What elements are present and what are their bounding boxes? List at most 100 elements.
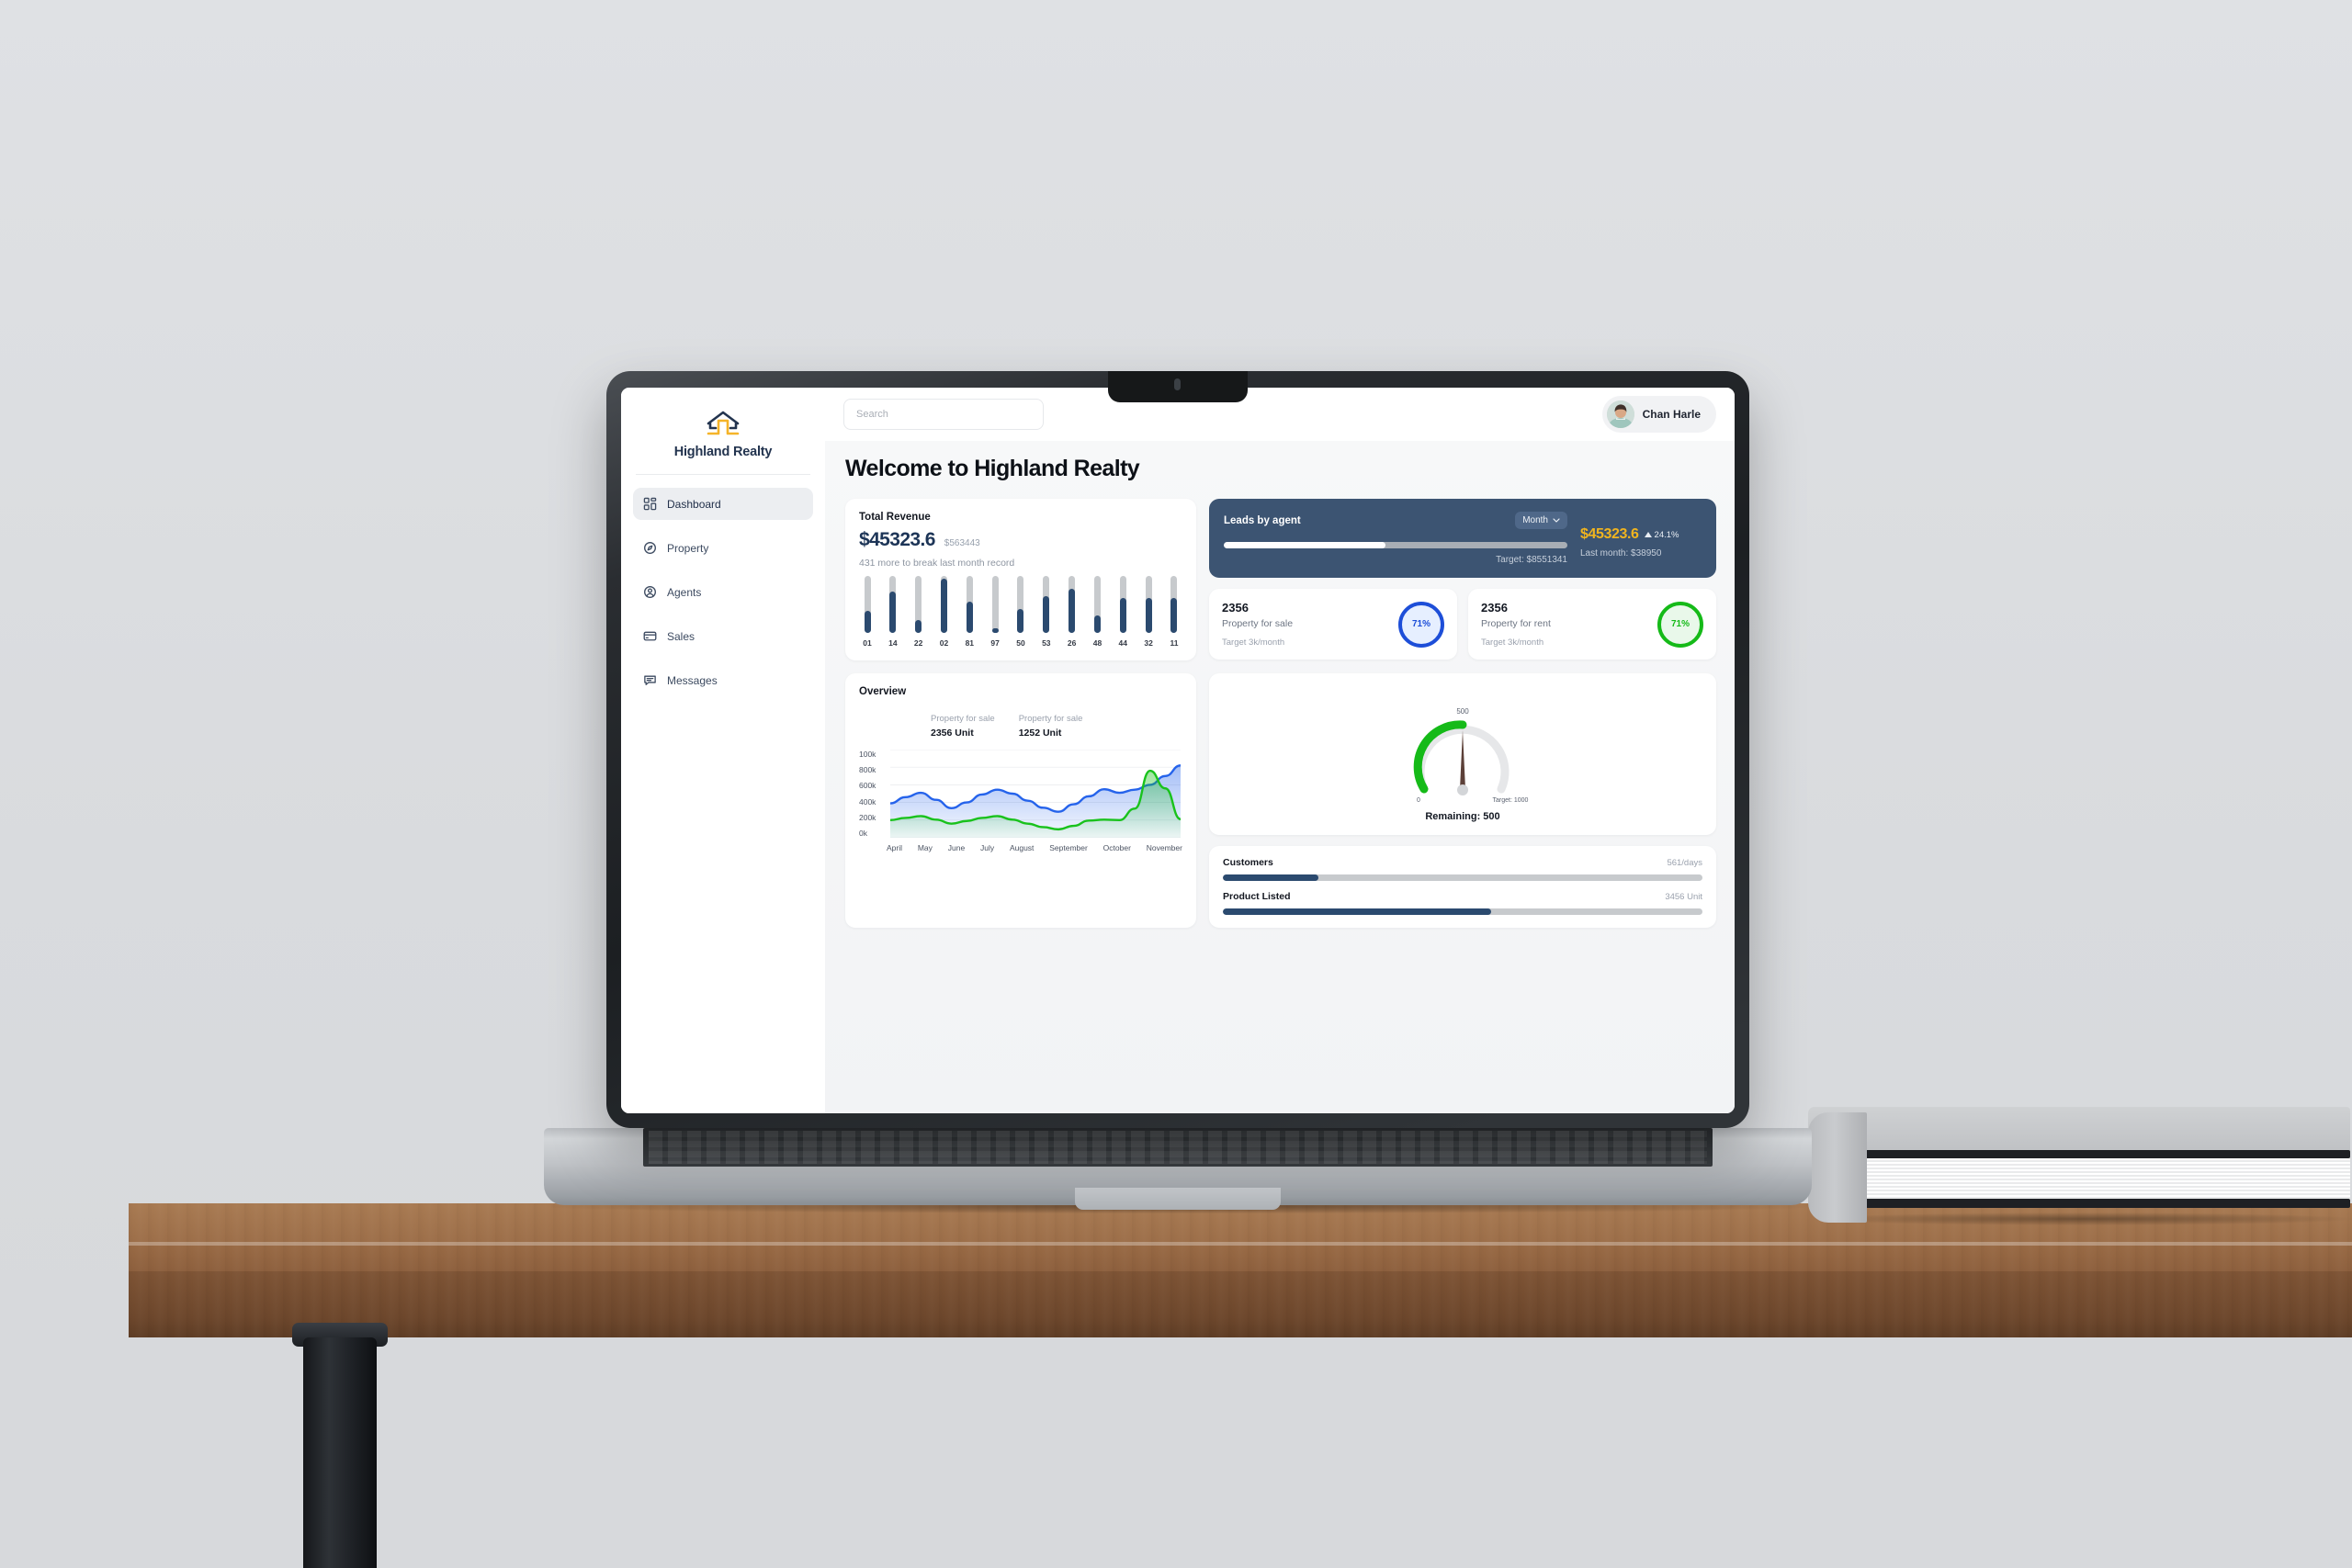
dashboard-app: Highland Realty Dashboard Property Agent… <box>621 388 1735 1113</box>
trend-up-icon <box>1644 530 1652 540</box>
stat-progress-fill <box>1223 874 1319 881</box>
bar-label: 02 <box>939 638 949 648</box>
leads-progress-track <box>1224 542 1567 548</box>
bar-track <box>1170 576 1178 633</box>
book <box>1808 1107 2350 1226</box>
bar-column: 50 <box>1012 576 1029 648</box>
leads-title: Leads by agent <box>1224 514 1301 526</box>
laptop-keyboard <box>643 1128 1713 1167</box>
bar-track <box>1017 576 1024 633</box>
sidebar-item-label: Sales <box>667 629 695 643</box>
topbar: Search Chan Harle <box>825 388 1735 441</box>
sidebar-item-messages[interactable]: Messages <box>633 664 813 696</box>
bar-column: 14 <box>885 576 901 648</box>
table-leg <box>303 1337 377 1568</box>
page-title: Welcome to Highland Realty <box>845 456 1140 481</box>
desk-edge-highlight <box>129 1242 2352 1246</box>
bar-track <box>966 576 973 633</box>
bar-label: 44 <box>1118 638 1128 648</box>
bar-label: 53 <box>1042 638 1051 648</box>
stat-value: 561/days <box>1667 858 1702 868</box>
sidebar: Highland Realty Dashboard Property Agent… <box>621 388 825 1113</box>
sidebar-item-label: Dashboard <box>667 497 721 511</box>
bar-track <box>1043 576 1050 633</box>
property-percent-ring: 71% <box>1398 601 1444 648</box>
compass-icon <box>643 541 657 555</box>
sidebar-item-property[interactable]: Property <box>633 532 813 564</box>
period-select[interactable]: Month <box>1515 512 1567 529</box>
gauge-min-label: 0 <box>1417 797 1420 804</box>
bar-column: 22 <box>910 576 927 648</box>
gauge-column: 500 0 Target: 1000 Remaining: 500 Custom… <box>1209 673 1716 928</box>
bar-column: 32 <box>1140 576 1157 648</box>
bar-track <box>864 576 871 633</box>
bar-fill <box>915 620 922 633</box>
bar-column: 53 <box>1038 576 1055 648</box>
property-target: Target 3k/month <box>1481 637 1544 648</box>
sidebar-item-dashboard[interactable]: Dashboard <box>633 488 813 520</box>
dashboard-content: Welcome to Highland Realty Total Revenue… <box>825 441 1735 1113</box>
user-circle-icon <box>643 585 657 599</box>
sidebar-item-label: Messages <box>667 673 718 687</box>
legend-value: 1252 Unit <box>1018 728 1062 739</box>
stat-row: Product Listed 3456 Unit <box>1223 891 1702 915</box>
leads-header: Leads by agent Month <box>1224 512 1567 529</box>
bar-column: 97 <box>987 576 1003 648</box>
stat-header: Customers 561/days <box>1223 857 1702 868</box>
house-logo-icon <box>703 410 743 440</box>
overview-card: Overview Property for sale 2356 Unit Pro… <box>845 673 1196 928</box>
bar-fill <box>940 579 947 633</box>
bar-label: 32 <box>1144 638 1153 648</box>
bar-column: 48 <box>1089 576 1105 648</box>
user-menu[interactable]: Chan Harle <box>1601 396 1716 433</box>
x-axis-tick: June <box>947 843 966 852</box>
x-axis-tick: July <box>980 843 995 852</box>
property-for-rent-card: 2356 Property for rent Target 3k/month 7… <box>1468 589 1716 660</box>
period-select-label: Month <box>1522 515 1548 525</box>
leads-target: Target: $8551341 <box>1496 555 1567 565</box>
bottom-grid: Overview Property for sale 2356 Unit Pro… <box>845 673 1716 928</box>
bar-track <box>1119 576 1126 633</box>
legend-item: Property for sale 1252 Unit <box>1019 714 1083 739</box>
leads-right: $45323.6 24.1% Last month: $38950 <box>1580 512 1702 558</box>
bar-column: 02 <box>935 576 952 648</box>
total-revenue-card: Total Revenue $45323.6 $563443 431 more … <box>845 499 1196 660</box>
avatar <box>1606 400 1634 428</box>
sidebar-nav: Dashboard Property Agents Sales Messages <box>621 488 825 696</box>
x-axis-tick: May <box>917 843 933 852</box>
x-axis-tick: November <box>1146 843 1182 852</box>
legend-label: Property for sale <box>931 714 995 724</box>
bar-track <box>1145 576 1152 633</box>
leads-delta-value: 24.1% <box>1654 529 1679 540</box>
stat-progress-fill <box>1223 908 1492 915</box>
sidebar-item-sales[interactable]: Sales <box>633 620 813 652</box>
bar-fill <box>1119 597 1126 633</box>
bar-label: 81 <box>965 638 975 648</box>
property-target: Target 3k/month <box>1222 637 1285 648</box>
y-axis-tick: 100k <box>859 750 876 759</box>
bar-label: 14 <box>888 638 898 648</box>
stats-card: Customers 561/days Product Listed 3456 U… <box>1209 846 1716 928</box>
overview-plot <box>890 750 1181 838</box>
book-cover <box>1808 1107 2350 1155</box>
search-input[interactable]: Search <box>843 399 1044 430</box>
laptop-trackpad-notch <box>1075 1188 1281 1210</box>
leads-progress-fill <box>1224 542 1385 548</box>
sidebar-item-agents[interactable]: Agents <box>633 576 813 608</box>
gauge-remaining: Remaining: 500 <box>1425 811 1500 822</box>
sidebar-divider <box>636 474 810 475</box>
sidebar-item-label: Agents <box>667 585 702 599</box>
user-name: Chan Harle <box>1642 408 1701 421</box>
property-for-sale-text: 2356 Property for sale Target 3k/month <box>1222 601 1293 648</box>
bar-label: 50 <box>1016 638 1025 648</box>
bar-fill <box>991 628 999 633</box>
bar-column: 44 <box>1114 576 1131 648</box>
overview-x-axis: April May June July August September October No… <box>887 843 1182 852</box>
leads-amount-row: $45323.6 24.1% <box>1580 526 1702 543</box>
bar-track <box>889 576 897 633</box>
property-count: 2356 <box>1222 601 1249 615</box>
property-label: Property for rent <box>1481 618 1551 629</box>
overview-y-axis: 100k 800k 600k 400k 200k 0k <box>859 750 887 838</box>
property-percent-ring: 71% <box>1657 601 1703 648</box>
bar-column: 26 <box>1064 576 1080 648</box>
